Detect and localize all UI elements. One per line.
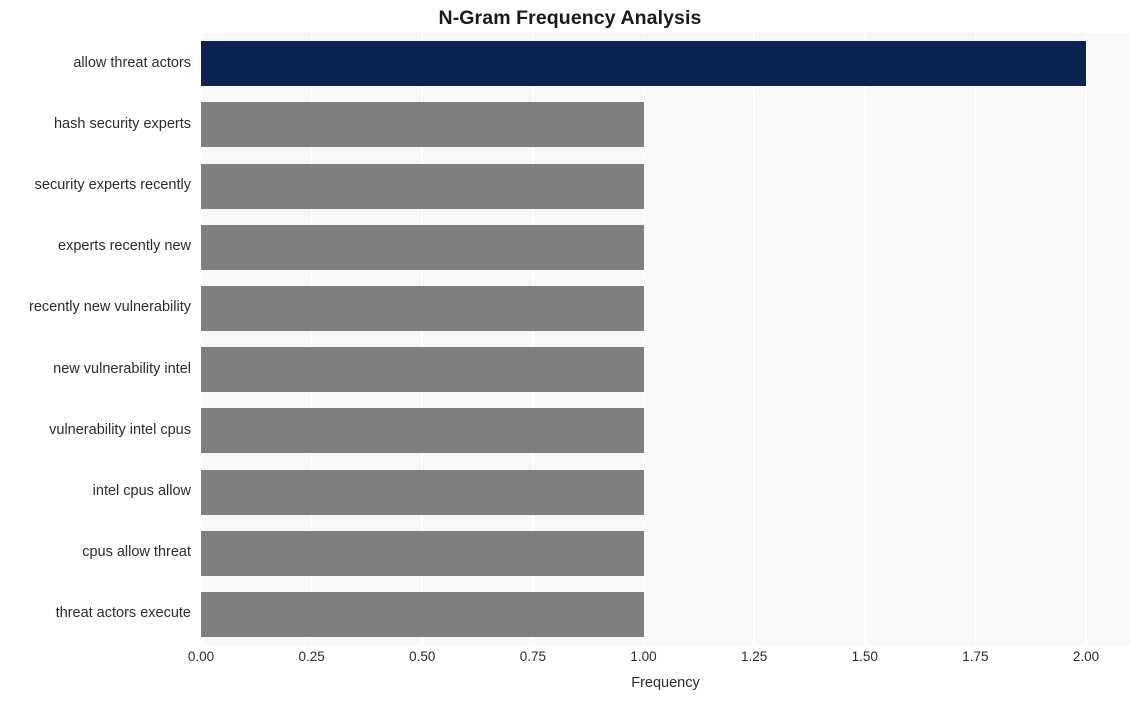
x-axis-tick-label: 0.75: [519, 649, 547, 664]
gridline: [974, 33, 977, 645]
y-axis-tick-label: vulnerability intel cpus: [49, 421, 191, 438]
bar: [201, 347, 644, 393]
x-axis-tick-label: 0.00: [187, 649, 215, 664]
bar: [201, 591, 644, 637]
y-axis-tick-label: hash security experts: [53, 115, 191, 132]
x-axis-tick-label: 1.50: [851, 649, 878, 664]
y-axis-tick-label: intel cpus allow: [92, 483, 191, 499]
y-axis-tick-label: experts recently new: [58, 238, 191, 255]
page-title: N-Gram Frequency Analysis: [438, 7, 702, 29]
chart-figure: N-Gram Frequency Analysis allow threat a…: [0, 0, 1140, 701]
x-axis-tick-label: 1.00: [630, 649, 657, 664]
bar: [201, 163, 644, 209]
gridline: [753, 33, 755, 645]
x-axis-tick-label: 0.50: [409, 649, 436, 664]
y-axis-tick-label: cpus allow threat: [82, 544, 191, 561]
bar: [201, 41, 1086, 87]
plot-area: [201, 33, 1130, 645]
bar: [201, 102, 644, 148]
y-axis-tick-label: new vulnerability intel: [53, 360, 191, 377]
bar: [201, 224, 644, 270]
x-axis-tick-label: 2.00: [1072, 649, 1100, 664]
y-axis-tick-label: security experts recently: [34, 177, 191, 193]
bar: [201, 530, 644, 576]
gridline: [863, 33, 866, 645]
x-axis-tick-label: 1.25: [740, 649, 768, 664]
x-axis-tick-label: 1.75: [962, 649, 989, 664]
gridline: [1085, 33, 1087, 645]
bar: [201, 469, 644, 515]
x-axis-tick-labels: 0.00 0.25 0.50 0.75 1.00 1.25 1.50 1.75 2.00: [188, 649, 1130, 672]
y-axis-tick-label: threat actors execute: [55, 605, 191, 622]
bar: [201, 285, 644, 331]
y-axis-tick-labels: allow threat actors hash security experts…: [0, 33, 191, 645]
x-axis-tick-label: 0.25: [298, 649, 325, 664]
bar: [201, 408, 644, 454]
x-axis-label: Frequency: [631, 675, 700, 691]
y-axis-tick-label: recently new vulnerability: [29, 299, 191, 316]
y-axis-tick-label: allow threat actors: [73, 54, 191, 71]
